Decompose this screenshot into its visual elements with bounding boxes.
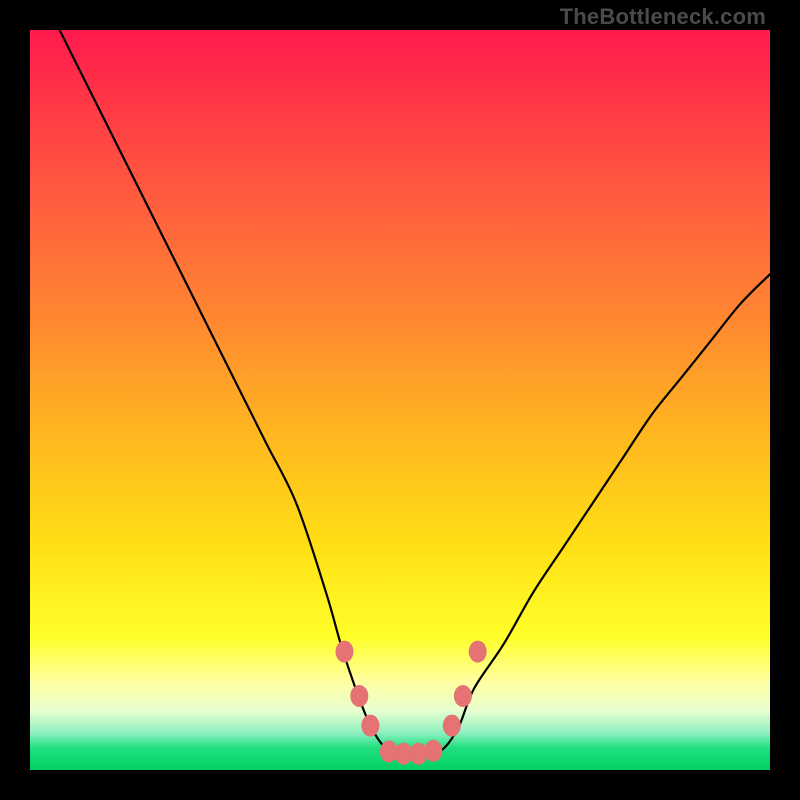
marker-right-outer (469, 641, 487, 663)
curve-markers (336, 641, 487, 765)
marker-right-mid (454, 685, 472, 707)
chart-frame: TheBottleneck.com (0, 0, 800, 800)
bottleneck-curve (60, 30, 770, 756)
plot-area (30, 30, 770, 770)
marker-right-inner (443, 715, 461, 737)
marker-flat-4 (424, 740, 442, 762)
chart-svg (30, 30, 770, 770)
watermark-text: TheBottleneck.com (560, 4, 766, 30)
marker-left-outer (336, 641, 354, 663)
marker-left-inner (361, 715, 379, 737)
marker-left-mid (350, 685, 368, 707)
